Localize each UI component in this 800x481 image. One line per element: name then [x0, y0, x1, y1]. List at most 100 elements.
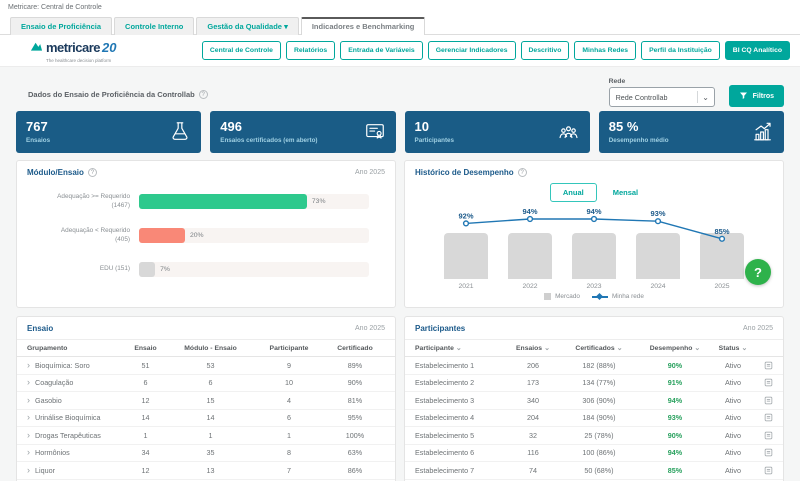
bar — [139, 262, 155, 277]
window-title: Metricare: Central de Controle — [0, 0, 800, 13]
expand-chevron-icon[interactable]: › — [27, 396, 30, 405]
report-icon[interactable] — [755, 431, 773, 440]
nav-button[interactable]: Relatórios — [286, 41, 335, 60]
toggle-anual[interactable]: Anual — [550, 183, 597, 202]
expand-chevron-icon[interactable]: › — [27, 448, 30, 457]
table-row[interactable]: Estabelecimento 4 204 184 (90%) 93% Ativ… — [405, 410, 783, 428]
page-title: Dados do Ensaio de Proficiência da Contr… — [28, 90, 195, 99]
certificate-icon — [364, 121, 386, 143]
market-bar — [444, 233, 488, 279]
tab[interactable]: Indicadores e Benchmarking — [301, 17, 426, 35]
sort-header[interactable]: Certificados⌄ — [559, 344, 639, 352]
help-icon[interactable]: ? — [518, 168, 527, 177]
table-row[interactable]: ›Drogas Terapêuticas 1 1 1 100% — [17, 427, 395, 445]
report-icon[interactable] — [755, 413, 773, 422]
bar-label: Adequação >= Requerido(1467) — [23, 193, 139, 210]
table-row[interactable]: ›Bioquímica: Soro 51 53 9 89% — [17, 357, 395, 375]
expand-chevron-icon[interactable]: › — [27, 413, 30, 422]
table-row[interactable]: Estabelecimento 5 32 25 (78%) 90% Ativo — [405, 427, 783, 445]
trend-chart-icon — [751, 121, 774, 143]
rede-select[interactable]: Rede Controllab ⌄ — [609, 87, 715, 107]
table-row[interactable]: Estabelecimento 6 116 100 (86%) 94% Ativ… — [405, 445, 783, 463]
expand-chevron-icon[interactable]: › — [27, 431, 30, 440]
logo-anniversary-badge: 20 — [102, 40, 116, 55]
year-badge: Ano 2025 — [355, 325, 385, 332]
sort-caret-icon: ⌄ — [456, 345, 462, 352]
nav-button[interactable]: Descritivo — [521, 41, 570, 60]
report-icon[interactable] — [755, 396, 773, 405]
nav-button[interactable]: Central de Controle — [202, 41, 281, 60]
performance-value: 90% — [639, 431, 711, 440]
filters-button[interactable]: Filtros — [729, 85, 784, 107]
help-icon[interactable]: ? — [199, 90, 208, 99]
logo-tagline: The healthcare decision platform — [46, 58, 117, 63]
report-icon[interactable] — [755, 466, 773, 475]
status-badge: Ativo — [711, 361, 755, 370]
sort-header[interactable]: Participante⌄ — [415, 344, 507, 352]
sort-header[interactable]: Status⌄ — [711, 344, 755, 352]
nav-button[interactable]: Gerenciar Indicadores — [428, 41, 516, 60]
chevron-down-icon[interactable]: ⌄ — [698, 93, 714, 102]
sort-header[interactable]: Ensaios⌄ — [507, 344, 559, 352]
performance-value: 91% — [639, 378, 711, 387]
kpi-value: 767 — [26, 120, 50, 134]
table-row[interactable]: Estabelecimento 3 340 306 (90%) 94% Ativ… — [405, 392, 783, 410]
kpi-value: 85 % — [609, 120, 669, 134]
performance-value: 93% — [639, 413, 711, 422]
ensaio-table-header: Grupamento Ensaio Módulo - Ensaio Partic… — [17, 339, 395, 357]
table-row[interactable]: ›Coagulação 6 6 10 90% — [17, 375, 395, 393]
historico-panel-title: Histórico de Desempenho — [415, 168, 514, 177]
sort-header[interactable]: Desempenho⌄ — [639, 344, 711, 352]
logo-mark-icon — [30, 39, 43, 57]
report-icon[interactable] — [755, 448, 773, 457]
kpi-card: 10 Participantes — [405, 111, 590, 153]
nav-button-primary[interactable]: BI CQ Analítico — [725, 41, 790, 60]
year-tick-label: 2025 — [714, 282, 729, 291]
tab[interactable]: Ensaio de Proficiência — [10, 17, 112, 35]
rede-label: Rede — [609, 78, 715, 85]
nav-button[interactable]: Perfil da Instituição — [641, 41, 720, 60]
help-fab-button[interactable]: ? — [745, 259, 771, 285]
historico-panel: Histórico de Desempenho ? Anual Mensal 20… — [404, 160, 784, 308]
ensaio-table-body: ›Bioquímica: Soro 51 53 9 89% ›Coagulaçã… — [17, 357, 395, 481]
table-row[interactable]: Estabelecimento 7 74 50 (68%) 85% Ativo — [405, 462, 783, 480]
market-bar — [572, 233, 616, 279]
expand-chevron-icon[interactable]: › — [27, 361, 30, 370]
bar-row: Adequação >= Requerido(1467) 73% — [23, 193, 369, 210]
app-header: metricare20 The healthcare decision plat… — [0, 35, 800, 67]
kpi-cards: 767 Ensaios 496 Ensaios certificados (em… — [16, 111, 784, 153]
market-bar-column: 2021 — [434, 203, 498, 291]
table-row[interactable]: ›Urinálise Bioquímica 14 14 6 95% — [17, 410, 395, 428]
chart-legend: Mercado Minha rede — [405, 293, 783, 300]
expand-chevron-icon[interactable]: › — [27, 378, 30, 387]
bar — [139, 228, 185, 243]
help-icon[interactable]: ? — [88, 168, 97, 177]
modulo-panel-title: Módulo/Ensaio — [27, 168, 84, 177]
performance-value: 85% — [639, 466, 711, 475]
report-icon[interactable] — [755, 378, 773, 387]
kpi-label: Ensaios certificados (em aberto) — [220, 137, 317, 144]
table-row[interactable]: Estabelecimento 2 173 134 (77%) 91% Ativ… — [405, 375, 783, 393]
ensaio-table: Ensaio Ano 2025 Grupamento Ensaio Módulo… — [16, 316, 396, 481]
nav-buttons: Central de Controle Relatórios Entrada de … — [197, 41, 790, 60]
expand-chevron-icon[interactable]: › — [27, 466, 30, 475]
table-row[interactable]: ›Hormônios 34 35 8 63% — [17, 445, 395, 463]
sort-caret-icon: ⌄ — [694, 345, 700, 352]
participantes-table-body: Estabelecimento 1 206 182 (88%) 90% Ativ… — [405, 357, 783, 481]
flask-icon — [169, 121, 191, 143]
toggle-mensal[interactable]: Mensal — [613, 188, 638, 197]
status-badge: Ativo — [711, 413, 755, 422]
tab[interactable]: Gestão da Qualidade ▾ — [196, 17, 298, 35]
table-row[interactable]: Estabelecimento 1 206 182 (88%) 90% Ativ… — [405, 357, 783, 375]
tab[interactable]: Controle Interno — [114, 17, 194, 35]
table-row[interactable]: ›Liquor 12 13 7 86% — [17, 462, 395, 480]
participantes-table: Participantes Ano 2025 Participante⌄ Ens… — [404, 316, 784, 481]
table-row[interactable]: ›Gasobio 12 15 4 81% — [17, 392, 395, 410]
status-badge: Ativo — [711, 431, 755, 440]
tab-bar: Ensaio de ProficiênciaControle InternoGe… — [0, 13, 800, 35]
legend-line-diamond-icon — [592, 296, 608, 298]
report-icon[interactable] — [755, 361, 773, 370]
nav-button[interactable]: Minhas Redes — [574, 41, 636, 60]
kpi-label: Ensaios — [26, 137, 50, 144]
nav-button[interactable]: Entrada de Variáveis — [340, 41, 423, 60]
